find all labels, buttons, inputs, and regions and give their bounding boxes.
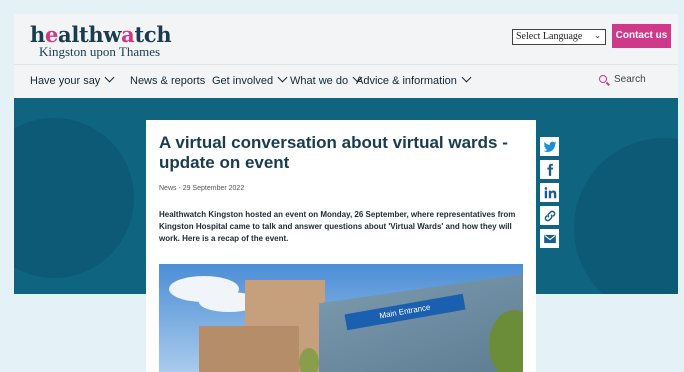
chevron-down-icon: ⌄	[594, 31, 601, 40]
healthwatch-logo[interactable]: healthwatch Kingston upon Thames	[30, 22, 172, 59]
logo-subtitle: Kingston upon Thames	[39, 44, 161, 59]
article-meta: News - 29 September 2022	[159, 185, 245, 192]
image-tree	[299, 348, 319, 372]
language-select-value: Select Language	[516, 31, 583, 42]
nav-item-label: Advice & information	[356, 75, 457, 87]
nav-item-label: Get involved	[212, 75, 274, 87]
nav-item-label: What we do	[290, 75, 349, 87]
share-bar	[540, 137, 560, 252]
nav-item-news-reports[interactable]: News & reports	[130, 75, 205, 87]
link-icon	[544, 210, 555, 221]
hero-decoration	[14, 118, 134, 278]
logo-wordmark: healthwatch	[30, 22, 172, 47]
share-facebook-button[interactable]	[540, 160, 559, 179]
nav-item-what-we-do[interactable]: What we do	[290, 72, 363, 87]
nav-item-label: News & reports	[130, 75, 206, 87]
image-building	[199, 326, 299, 372]
article-image: Main Entrance	[159, 264, 523, 372]
nav-item-have-your-say[interactable]: Have your say	[30, 72, 115, 87]
share-email-button[interactable]	[540, 229, 559, 248]
email-icon	[543, 234, 556, 243]
facebook-icon	[546, 163, 553, 176]
chevron-down-icon	[104, 72, 115, 83]
page: healthwatch Kingston upon Thames Select …	[0, 0, 684, 372]
share-linkedin-button[interactable]	[540, 183, 559, 202]
main-navigation: Have your say News & reports Get involve…	[14, 64, 678, 98]
share-link-button[interactable]	[540, 206, 559, 225]
site-header: healthwatch Kingston upon Thames Select …	[14, 14, 678, 64]
linkedin-icon	[544, 186, 556, 198]
contact-us-button[interactable]: Contact us	[612, 24, 671, 48]
hero-decoration	[574, 138, 678, 294]
article-title: A virtual conversation about virtual war…	[159, 133, 508, 172]
chevron-down-icon	[277, 72, 288, 83]
article-summary: Healthwatch Kingston hosted an event on …	[159, 210, 516, 243]
search-icon	[599, 75, 607, 83]
language-select[interactable]: Select Language ⌄	[512, 29, 606, 45]
chevron-down-icon	[461, 72, 472, 83]
twitter-icon	[543, 141, 556, 152]
search-button[interactable]: Search	[599, 74, 646, 85]
nav-item-advice-information[interactable]: Advice & information	[356, 72, 472, 87]
search-label: Search	[614, 74, 646, 85]
nav-item-get-involved[interactable]: Get involved	[212, 72, 288, 87]
share-twitter-button[interactable]	[540, 137, 559, 156]
article-card: A virtual conversation about virtual war…	[146, 120, 536, 372]
nav-item-label: Have your say	[30, 75, 101, 87]
